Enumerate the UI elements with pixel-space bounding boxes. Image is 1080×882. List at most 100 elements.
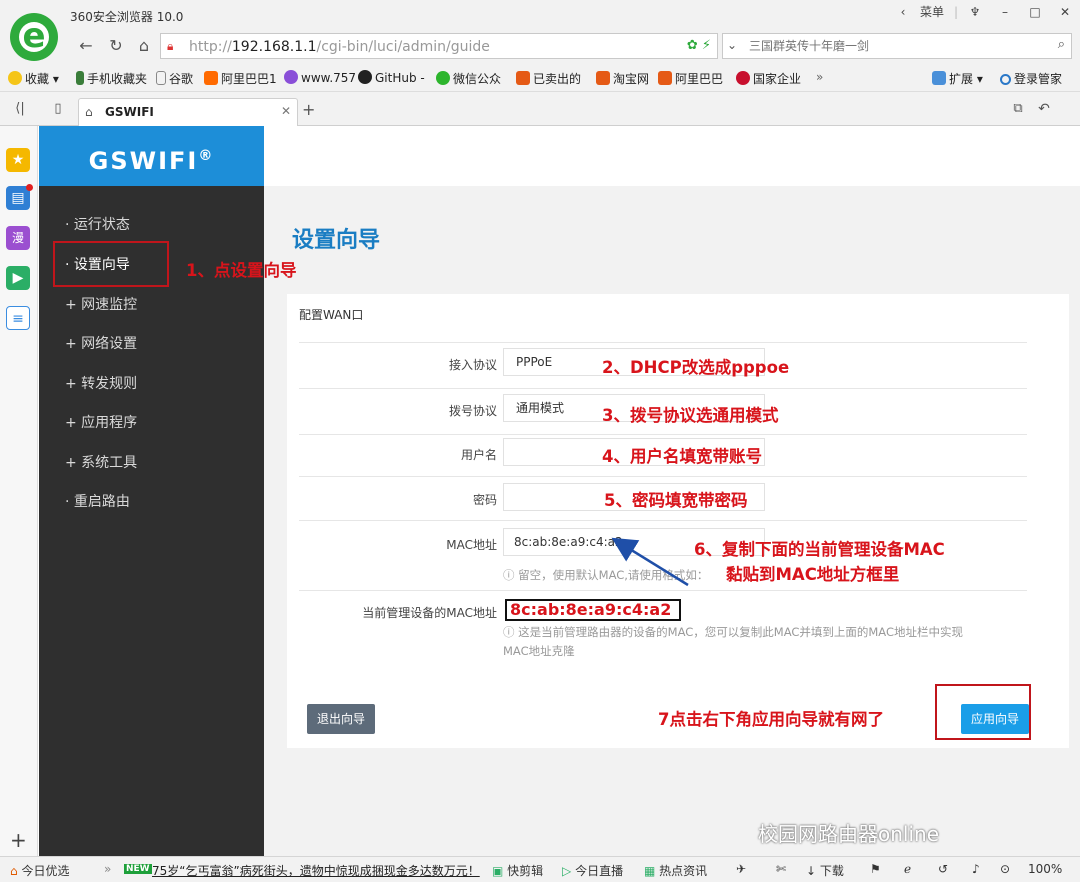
menu-item-speed-monitor[interactable]: + 网速监控 <box>65 294 137 314</box>
search-box[interactable]: ⌄ ⌕ <box>722 33 1072 59</box>
ie-mode-icon[interactable]: ℯ <box>904 862 911 876</box>
tab-list-icon[interactable]: ▯ <box>48 99 68 119</box>
back-history-icon[interactable]: ‹ <box>894 1 912 23</box>
close-window-icon[interactable]: ✕ <box>1050 1 1080 23</box>
search-icon[interactable]: ⌕ <box>1058 37 1065 52</box>
annotation-step-6: 6、复制下面的当前管理设备MAC <box>694 540 945 559</box>
tab-label: GSWIFI <box>105 105 154 119</box>
username-label: 用户名 <box>460 448 497 462</box>
annotation-step-1: 1、点设置向导 <box>186 261 297 280</box>
play-icon: ▷ <box>562 864 572 878</box>
address-bar[interactable]: 🔒︎ http://192.168.1.1/cgi-bin/luci/admin… <box>160 33 718 59</box>
panel-title: 配置WAN口 <box>299 308 364 322</box>
bookmark-item[interactable]: 淘宝网 <box>596 70 649 87</box>
today-picks[interactable]: ⌂ 今日优选 <box>10 862 69 879</box>
menu-item-forwarding-rules[interactable]: + 转发规则 <box>65 373 137 393</box>
highlight-setup-wizard <box>53 241 169 287</box>
sidebar-toggle-icon[interactable]: ⟨| <box>10 99 30 119</box>
menu-item-status[interactable]: · 运行状态 <box>65 214 130 234</box>
menu-item-applications[interactable]: + 应用程序 <box>65 412 137 432</box>
grid-icon <box>932 71 946 85</box>
circle-logo-icon <box>284 70 298 84</box>
refresh-icon[interactable]: ↻ <box>106 36 126 56</box>
back-arrow-icon[interactable]: ← <box>76 36 96 56</box>
browser-app-title: 360安全浏览器 10.0 <box>70 10 184 24</box>
insecure-lock-icon[interactable]: 🔒︎ <box>167 38 183 54</box>
video-icon[interactable]: ▶ <box>6 266 30 290</box>
home-icon[interactable]: ⌂ <box>134 36 154 56</box>
more-bookmarks-icon[interactable]: » <box>816 70 823 84</box>
zoom-level[interactable]: 100% <box>1028 862 1062 876</box>
wechat-icon <box>436 71 450 85</box>
cleanup-icon[interactable]: ✄ <box>776 862 786 876</box>
divider <box>299 434 1027 435</box>
bookmark-item[interactable]: 已卖出的 <box>516 70 581 87</box>
speed-mode-icon[interactable]: ✿ ⚡ <box>687 38 711 53</box>
browser-menu-button[interactable]: 菜单 <box>912 1 952 23</box>
bookmark-favorites[interactable]: 收藏 ▾ <box>8 70 59 87</box>
page-icon <box>156 71 166 85</box>
protocol-label: 接入协议 <box>448 358 497 372</box>
current-mac-hint-continued: MAC地址克隆 <box>503 644 575 658</box>
tab-gswifi[interactable]: ⌂ GSWIFI ✕ <box>78 98 298 126</box>
skin-icon[interactable]: ♆ <box>960 1 990 23</box>
maximize-icon[interactable]: □ <box>1020 1 1050 23</box>
menu-item-network-settings[interactable]: + 网络设置 <box>65 333 137 353</box>
divider <box>299 520 1027 521</box>
menu-item-system-tools[interactable]: + 系统工具 <box>65 452 137 472</box>
bookmark-item[interactable]: 阿里巴巴1 <box>204 70 277 87</box>
undo-close-icon[interactable]: ↶ <box>1034 99 1054 119</box>
extensions-button[interactable]: 扩展 ▾ <box>932 70 983 87</box>
current-mac-value: 8c:ab:8e:a9:c4:a2 <box>505 599 681 621</box>
restore-tabs-icon[interactable]: ⧉ <box>1008 99 1028 119</box>
login-manager-button[interactable]: 登录管家 <box>1000 70 1062 87</box>
divider <box>299 476 1027 477</box>
taobao-icon <box>516 71 530 85</box>
hot-news-button[interactable]: ▦ 热点资讯 <box>644 862 707 879</box>
restore-icon[interactable]: ↺ <box>938 862 948 876</box>
favorites-star-icon[interactable]: ★ <box>6 148 30 172</box>
new-badge: NEW <box>124 864 152 874</box>
browser-sidebar: ★ ▤ 漫 ▶ ≡ + <box>0 126 38 856</box>
bookmark-item[interactable]: www.757 <box>284 70 356 85</box>
annotation-step-5: 5、密码填宽带密码 <box>604 491 748 510</box>
menu-item-reboot[interactable]: · 重启路由 <box>65 491 130 511</box>
exit-wizard-button[interactable]: 退出向导 <box>307 704 375 734</box>
flag-icon[interactable]: ⚑ <box>870 862 881 876</box>
new-tab-icon[interactable]: + <box>302 100 315 119</box>
phone-icon <box>76 71 84 85</box>
search-engine-chevron-icon[interactable]: ⌄ <box>727 38 737 52</box>
notes-icon[interactable]: ≡ <box>6 306 30 330</box>
router-header <box>264 126 1080 186</box>
notification-dot <box>26 184 33 191</box>
bookmark-item[interactable]: 手机收藏夹 <box>76 70 147 87</box>
chevron-icon: » <box>104 862 112 876</box>
live-button[interactable]: ▷ 今日直播 <box>562 862 623 879</box>
annotation-step-3: 3、拨号协议选通用模式 <box>602 406 779 425</box>
taobao-icon <box>658 71 672 85</box>
router-brand-logo: GSWIFI® <box>39 126 264 186</box>
bookmark-item[interactable]: GitHub - <box>358 70 425 85</box>
zoom-icon[interactable]: ⊙ <box>1000 862 1010 876</box>
highlight-apply-button <box>935 684 1031 740</box>
address-url[interactable]: http://192.168.1.1/cgi-bin/luci/admin/gu… <box>189 39 490 55</box>
bookmark-item[interactable]: 谷歌 <box>156 70 193 87</box>
bookmark-item[interactable]: 微信公众 <box>436 70 501 87</box>
volume-icon[interactable]: ♪ <box>972 862 980 876</box>
annotation-step-4: 4、用户名填宽带账号 <box>602 447 762 466</box>
download-button[interactable]: ↓ 下载 <box>806 862 844 879</box>
bookmark-item[interactable]: 阿里巴巴 <box>658 70 723 87</box>
bookmark-item[interactable]: 国家企业 <box>736 70 801 87</box>
quick-edit-button[interactable]: ▣ 快剪辑 <box>492 862 543 879</box>
search-input[interactable] <box>749 36 1039 56</box>
divider <box>299 388 1027 389</box>
close-tab-icon[interactable]: ✕ <box>281 104 291 118</box>
minimize-icon[interactable]: – <box>990 1 1020 23</box>
comic-icon[interactable]: 漫 <box>6 226 30 250</box>
news-headline-link[interactable]: 75岁“乞丐富翁”病死街头，遗物中惊现成捆现金多达数万元！ <box>152 862 480 879</box>
password-label: 密码 <box>472 493 497 507</box>
annotation-step-2: 2、DHCP改选成pppoe <box>602 358 790 377</box>
add-sidebar-icon[interactable]: + <box>10 828 27 852</box>
speed-icon[interactable]: ✈ <box>736 862 746 876</box>
tab-strip: ⟨| ▯ ⌂ GSWIFI ✕ + ⧉ ↶ <box>0 92 1080 126</box>
